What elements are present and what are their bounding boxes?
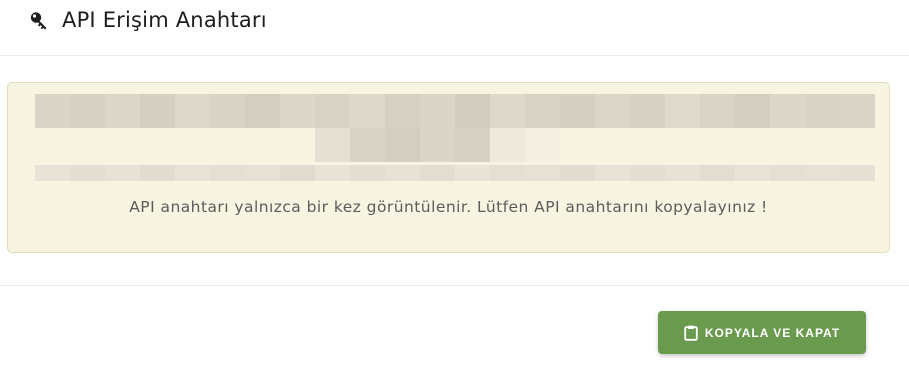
clipboard-icon bbox=[684, 325, 698, 341]
modal-title: API Erişim Anahtarı bbox=[62, 8, 267, 32]
api-key-modal: API Erişim Anahtarı API anahtarı yalnızc… bbox=[0, 0, 909, 373]
key-pixel-row bbox=[35, 165, 875, 181]
api-key-box: API anahtarı yalnızca bir kez görüntülen… bbox=[7, 82, 890, 253]
api-key-value[interactable] bbox=[35, 94, 878, 191]
key-icon bbox=[28, 10, 52, 34]
copy-and-close-label: KOPYALA VE KAPAT bbox=[704, 325, 841, 340]
copy-and-close-button[interactable]: KOPYALA VE KAPAT bbox=[658, 311, 866, 354]
key-pixel-row bbox=[315, 128, 560, 162]
footer-divider bbox=[0, 285, 909, 286]
key-pixel-row bbox=[35, 94, 875, 128]
api-key-notice: API anahtarı yalnızca bir kez görüntülen… bbox=[129, 198, 768, 216]
modal-header: API Erişim Anahtarı bbox=[0, 0, 909, 56]
